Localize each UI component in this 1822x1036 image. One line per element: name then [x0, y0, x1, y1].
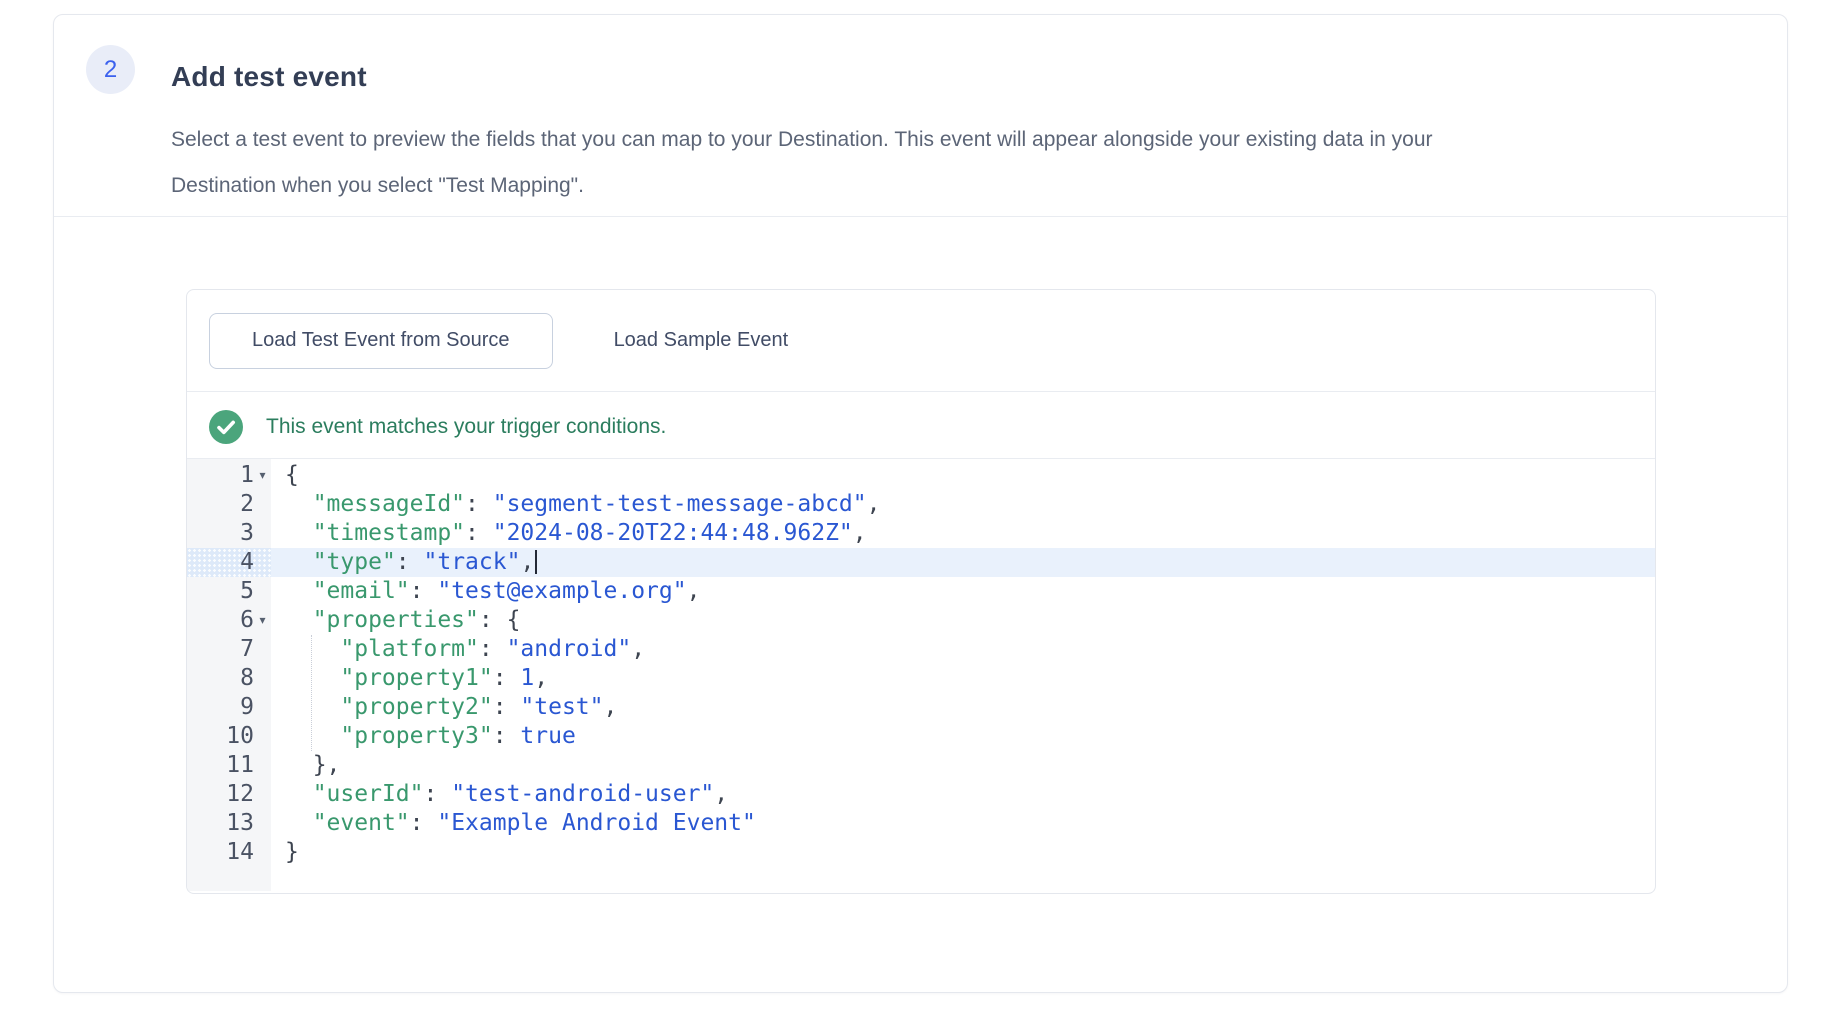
- gutter-line-number[interactable]: 7: [187, 635, 271, 664]
- gutter-line-number[interactable]: 3: [187, 519, 271, 548]
- code-line[interactable]: "email": "test@example.org",: [285, 577, 1655, 606]
- gutter-line-number[interactable]: 9: [187, 693, 271, 722]
- status-message: This event matches your trigger conditio…: [266, 415, 666, 439]
- json-editor[interactable]: 1▾23456▾7891011121314 { "messageId": "se…: [187, 459, 1655, 891]
- code-line[interactable]: "messageId": "segment-test-message-abcd"…: [285, 490, 1655, 519]
- gutter-line-number[interactable]: 12: [187, 780, 271, 809]
- code-line[interactable]: },: [285, 751, 1655, 780]
- load-test-event-from-source-button[interactable]: Load Test Event from Source: [209, 313, 553, 369]
- editor-gutter[interactable]: 1▾23456▾7891011121314: [187, 459, 271, 891]
- gutter-line-number[interactable]: 6▾: [187, 606, 271, 635]
- check-circle-icon: [209, 410, 243, 444]
- code-line[interactable]: "property2": "test",: [285, 693, 1655, 722]
- gutter-line-number[interactable]: 11: [187, 751, 271, 780]
- step-description-line1: Select a test event to preview the field…: [171, 117, 1756, 163]
- test-event-panel: Load Test Event from Source Load Sample …: [186, 289, 1656, 894]
- indent-guide: [311, 635, 312, 751]
- gutter-line-number[interactable]: 10: [187, 722, 271, 751]
- fold-toggle-icon[interactable]: ▾: [255, 461, 270, 490]
- text-cursor: [535, 550, 537, 574]
- header-divider: [54, 216, 1787, 217]
- code-line[interactable]: }: [285, 838, 1655, 867]
- code-line[interactable]: "timestamp": "2024-08-20T22:44:48.962Z",: [285, 519, 1655, 548]
- code-line[interactable]: {: [285, 461, 1655, 490]
- editor-code-area[interactable]: { "messageId": "segment-test-message-abc…: [271, 459, 1655, 891]
- gutter-line-number[interactable]: 13: [187, 809, 271, 838]
- gutter-line-number[interactable]: 2: [187, 490, 271, 519]
- step-description: Select a test event to preview the field…: [171, 117, 1756, 209]
- code-line[interactable]: "event": "Example Android Event": [285, 809, 1655, 838]
- code-line[interactable]: "platform": "android",: [285, 635, 1655, 664]
- code-line[interactable]: "property3": true: [285, 722, 1655, 751]
- code-line[interactable]: "properties": {: [285, 606, 1655, 635]
- trigger-match-status: This event matches your trigger conditio…: [187, 392, 1655, 459]
- code-line[interactable]: "type": "track",: [271, 548, 1655, 577]
- code-line[interactable]: "userId": "test-android-user",: [285, 780, 1655, 809]
- event-source-toolbar: Load Test Event from Source Load Sample …: [187, 290, 1655, 392]
- step-number-badge: 2: [86, 45, 135, 94]
- gutter-line-number[interactable]: 14: [187, 838, 271, 867]
- load-sample-event-button[interactable]: Load Sample Event: [610, 313, 793, 369]
- code-line[interactable]: "property1": 1,: [285, 664, 1655, 693]
- step-description-line2: Destination when you select "Test Mappin…: [171, 163, 1756, 209]
- add-test-event-card: 2 Add test event Select a test event to …: [53, 14, 1788, 993]
- fold-toggle-icon[interactable]: ▾: [255, 606, 270, 635]
- step-number: 2: [104, 56, 117, 84]
- gutter-line-number[interactable]: 4: [187, 548, 271, 577]
- gutter-line-number[interactable]: 5: [187, 577, 271, 606]
- gutter-line-number[interactable]: 1▾: [187, 461, 271, 490]
- page-title: Add test event: [171, 61, 367, 93]
- gutter-line-number[interactable]: 8: [187, 664, 271, 693]
